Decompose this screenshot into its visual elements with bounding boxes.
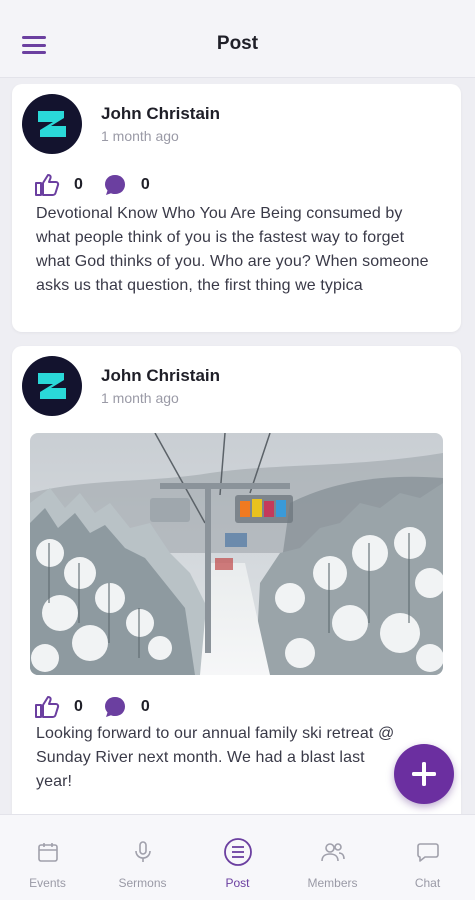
members-icon — [318, 837, 348, 867]
list-icon — [223, 837, 253, 867]
microphone-icon — [128, 837, 158, 867]
thumbs-up-icon — [35, 174, 60, 196]
nav-item-events[interactable]: Events — [0, 815, 95, 900]
brand-logo-icon — [38, 373, 66, 399]
comment-count: 0 — [140, 176, 150, 193]
author-name[interactable]: John Christain — [101, 366, 220, 386]
nav-label: Post — [225, 876, 250, 890]
nav-label: Sermons — [118, 876, 167, 890]
nav-label: Chat — [414, 876, 441, 890]
post-timestamp: 1 month ago — [101, 390, 179, 406]
comment-button[interactable]: 0 — [103, 695, 170, 719]
comment-button[interactable]: 0 — [103, 173, 170, 197]
status-bar — [0, 0, 475, 10]
thumbs-up-icon — [35, 696, 60, 718]
comment-bubble-icon — [104, 175, 125, 195]
nav-item-chat[interactable]: Chat — [380, 815, 475, 900]
ski-lift-photo — [30, 433, 443, 675]
app-header: Post — [0, 10, 475, 78]
nav-item-members[interactable]: Members — [285, 815, 380, 900]
like-count: 0 — [74, 176, 83, 193]
post-card[interactable]: John Christain 1 month ago 0 0 Looking f… — [12, 346, 461, 814]
reactions-bar: 0 0 — [34, 172, 170, 198]
like-count: 0 — [74, 698, 83, 715]
post-timestamp: 1 month ago — [101, 128, 179, 144]
plus-icon — [412, 762, 436, 786]
comment-count: 0 — [140, 698, 150, 715]
post-card[interactable]: John Christain 1 month ago 0 0 Devotiona… — [12, 84, 461, 332]
like-button[interactable]: 0 — [34, 695, 103, 719]
post-image[interactable] — [30, 433, 443, 675]
bottom-navigation: Events Sermons Post Members Chat — [0, 814, 475, 900]
hamburger-menu-icon[interactable] — [22, 36, 46, 54]
nav-label: Events — [29, 876, 66, 890]
nav-label: Members — [307, 876, 358, 890]
nav-item-post[interactable]: Post — [190, 815, 285, 900]
nav-item-sermons[interactable]: Sermons — [95, 815, 190, 900]
post-body: Looking forward to our annual family ski… — [36, 725, 395, 790]
author-name[interactable]: John Christain — [101, 104, 220, 124]
post-body: Devotional Know Who You Are Being consum… — [36, 205, 429, 294]
like-button[interactable]: 0 — [34, 173, 103, 197]
brand-logo-icon — [38, 111, 66, 137]
chat-bubble-icon — [413, 837, 443, 867]
add-post-button[interactable] — [394, 744, 454, 804]
avatar[interactable] — [22, 94, 82, 154]
avatar[interactable] — [22, 356, 82, 416]
calendar-icon — [33, 837, 63, 867]
comment-bubble-icon — [104, 697, 125, 717]
page-title: Post — [216, 32, 259, 54]
post-feed[interactable]: John Christain 1 month ago 0 0 Devotiona… — [0, 84, 475, 814]
reactions-bar: 0 0 — [34, 694, 170, 720]
